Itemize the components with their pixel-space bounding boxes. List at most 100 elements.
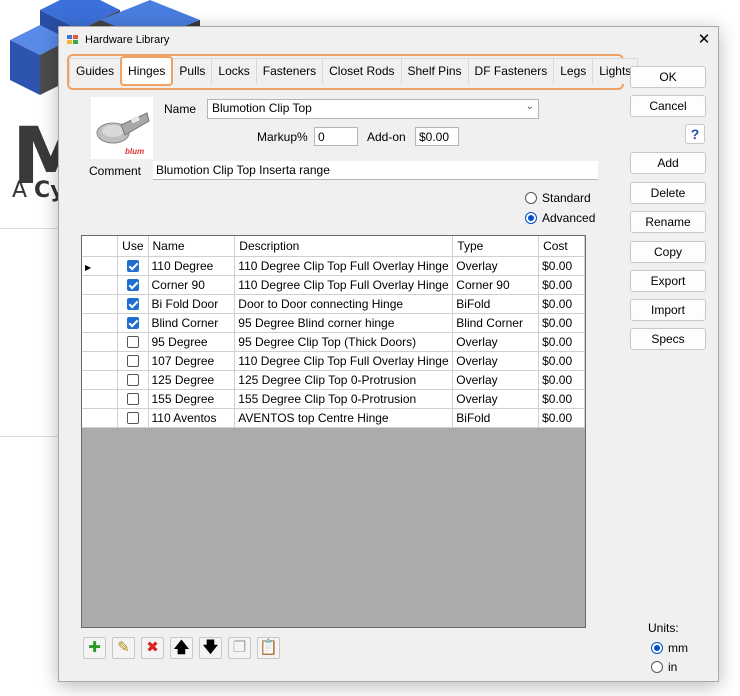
tab-legs[interactable]: Legs xyxy=(553,58,594,84)
standard-radio[interactable]: Standard xyxy=(525,191,591,205)
copy-button[interactable]: Copy xyxy=(630,241,706,263)
use-cell[interactable] xyxy=(117,370,149,390)
type-cell[interactable]: Overlay xyxy=(452,256,540,276)
import-button[interactable]: Import xyxy=(630,299,706,321)
name-cell[interactable]: Blind Corner xyxy=(148,313,236,333)
addon-input[interactable]: $0.00 xyxy=(415,127,459,146)
paste-icon[interactable]: 📋 xyxy=(257,637,280,659)
cost-cell[interactable]: $0.00 xyxy=(538,408,585,428)
column-header-use[interactable]: Use xyxy=(117,236,149,257)
tab-closet-rods[interactable]: Closet Rods xyxy=(322,58,402,84)
type-cell[interactable]: Overlay xyxy=(452,389,540,409)
use-checkbox[interactable] xyxy=(126,374,139,387)
name-cell[interactable]: Corner 90 xyxy=(148,275,236,295)
use-checkbox[interactable] xyxy=(126,317,139,330)
table-row[interactable]: 110 Aventos AVENTOS top Centre Hinge BiFol… xyxy=(82,408,585,428)
type-cell[interactable]: BiFold xyxy=(452,408,540,428)
name-cell[interactable]: 95 Degree xyxy=(148,332,236,352)
name-combobox[interactable]: Blumotion Clip Top ⌄ xyxy=(207,99,539,119)
column-header-description[interactable]: Description xyxy=(234,236,454,257)
type-cell[interactable]: Overlay xyxy=(452,351,540,371)
cost-cell[interactable]: $0.00 xyxy=(538,332,585,352)
description-cell[interactable]: Door to Door connecting Hinge xyxy=(234,294,454,314)
column-header-cost[interactable]: Cost xyxy=(538,236,585,257)
tab-hinges[interactable]: Hinges xyxy=(120,56,174,86)
cost-cell[interactable]: $0.00 xyxy=(538,256,585,276)
close-button[interactable]: ✕ xyxy=(690,27,718,53)
use-checkbox[interactable] xyxy=(126,260,139,273)
help-icon[interactable]: ? xyxy=(685,124,705,144)
markup-input[interactable]: 0 xyxy=(314,127,358,146)
cost-cell[interactable]: $0.00 xyxy=(538,275,585,295)
use-cell[interactable] xyxy=(117,389,149,409)
use-checkbox[interactable] xyxy=(126,279,139,292)
cost-cell[interactable]: $0.00 xyxy=(538,294,585,314)
tab-locks[interactable]: Locks xyxy=(211,58,257,84)
name-cell[interactable]: 155 Degree xyxy=(148,389,236,409)
tab-guides[interactable]: Guides xyxy=(69,58,122,84)
description-cell[interactable]: 95 Degree Clip Top (Thick Doors) xyxy=(234,332,454,352)
tab-pulls[interactable]: Pulls xyxy=(172,58,213,84)
row-selector[interactable] xyxy=(82,351,119,371)
type-cell[interactable]: Overlay xyxy=(452,370,540,390)
advanced-radio[interactable]: Advanced xyxy=(525,211,595,225)
delete-icon[interactable]: ✖ xyxy=(141,637,164,659)
use-checkbox[interactable] xyxy=(126,393,139,406)
table-row[interactable]: 125 Degree 125 Degree Clip Top 0-Protrusi… xyxy=(82,370,585,390)
description-cell[interactable]: 110 Degree Clip Top Full Overlay Hinge xyxy=(234,275,454,295)
use-cell[interactable] xyxy=(117,313,149,333)
table-row[interactable]: Blind Corner 95 Degree Blind corner hinge… xyxy=(82,313,585,333)
use-cell[interactable] xyxy=(117,294,149,314)
add-button[interactable]: Add xyxy=(630,152,706,174)
name-cell[interactable]: 110 Aventos xyxy=(148,408,236,428)
use-cell[interactable] xyxy=(117,408,149,428)
table-row[interactable]: Corner 90 110 Degree Clip Top Full Overla… xyxy=(82,275,585,295)
use-checkbox[interactable] xyxy=(126,298,139,311)
row-selector[interactable] xyxy=(82,332,119,352)
column-header-name[interactable]: Name xyxy=(148,236,236,257)
units-mm-radio[interactable]: mm xyxy=(651,641,688,655)
hinges-grid[interactable]: Use Name Description Type Cost ▶ 110 Degr… xyxy=(81,235,586,628)
specs-button[interactable]: Specs xyxy=(630,328,706,350)
use-cell[interactable] xyxy=(117,332,149,352)
description-cell[interactable]: 125 Degree Clip Top 0-Protrusion xyxy=(234,370,454,390)
description-cell[interactable]: 155 Degree Clip Top 0-Protrusion xyxy=(234,389,454,409)
cancel-button[interactable]: Cancel xyxy=(630,95,706,117)
tab-shelf-pins[interactable]: Shelf Pins xyxy=(400,58,469,84)
rename-button[interactable]: Rename xyxy=(630,211,706,233)
table-row[interactable]: 155 Degree 155 Degree Clip Top 0-Protrusi… xyxy=(82,389,585,409)
cost-cell[interactable]: $0.00 xyxy=(538,370,585,390)
table-row[interactable]: Bi Fold Door Door to Door connecting Hing… xyxy=(82,294,585,314)
table-row[interactable]: ▶ 110 Degree 110 Degree Clip Top Full Over… xyxy=(82,256,585,276)
type-cell[interactable]: Corner 90 xyxy=(452,275,540,295)
name-cell[interactable]: Bi Fold Door xyxy=(148,294,236,314)
move-up-icon[interactable]: 🡅 xyxy=(170,637,193,659)
ok-button[interactable]: OK xyxy=(630,66,706,88)
name-cell[interactable]: 110 Degree xyxy=(148,256,236,276)
row-selector[interactable] xyxy=(82,389,119,409)
use-cell[interactable] xyxy=(117,351,149,371)
row-selector[interactable]: ▶ xyxy=(82,256,119,276)
export-button[interactable]: Export xyxy=(630,270,706,292)
description-cell[interactable]: AVENTOS top Centre Hinge xyxy=(234,408,454,428)
comment-input[interactable]: Blumotion Clip Top Inserta range xyxy=(153,161,598,180)
name-cell[interactable]: 125 Degree xyxy=(148,370,236,390)
column-header-type[interactable]: Type xyxy=(452,236,540,257)
units-in-radio[interactable]: in xyxy=(651,660,677,674)
table-row[interactable]: 107 Degree 110 Degree Clip Top Full Overl… xyxy=(82,351,585,371)
description-cell[interactable]: 110 Degree Clip Top Full Overlay Hinge xyxy=(234,351,454,371)
table-row[interactable]: 95 Degree 95 Degree Clip Top (Thick Doors… xyxy=(82,332,585,352)
row-selector[interactable] xyxy=(82,408,119,428)
move-down-icon[interactable]: 🡇 xyxy=(199,637,222,659)
use-cell[interactable] xyxy=(117,275,149,295)
row-selector[interactable] xyxy=(82,294,119,314)
cost-cell[interactable]: $0.00 xyxy=(538,351,585,371)
type-cell[interactable]: Blind Corner xyxy=(452,313,540,333)
description-cell[interactable]: 110 Degree Clip Top Full Overlay Hinge xyxy=(234,256,454,276)
tab-fasteners[interactable]: Fasteners xyxy=(255,58,324,84)
use-checkbox[interactable] xyxy=(126,355,139,368)
type-cell[interactable]: Overlay xyxy=(452,332,540,352)
cost-cell[interactable]: $0.00 xyxy=(538,389,585,409)
tab-df-fasteners[interactable]: DF Fasteners xyxy=(467,58,555,84)
name-cell[interactable]: 107 Degree xyxy=(148,351,236,371)
